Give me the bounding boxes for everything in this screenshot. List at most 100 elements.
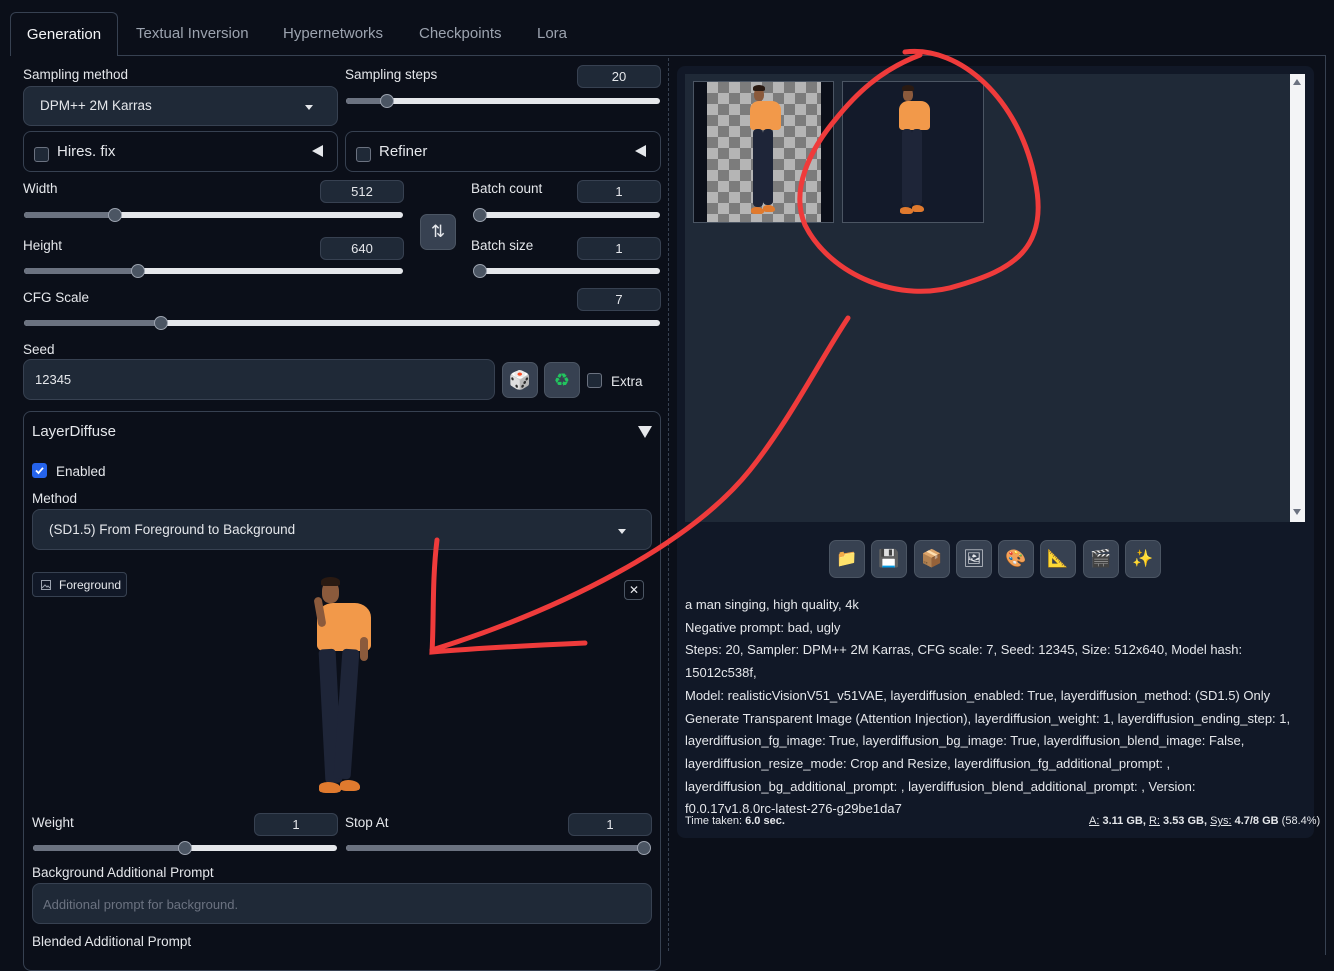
panel-border [1325, 55, 1326, 955]
sampling-steps-slider[interactable] [346, 94, 660, 108]
sampling-steps-input[interactable]: 20 [577, 65, 661, 88]
send-to-inpaint-button[interactable]: 🎨 [998, 540, 1034, 578]
batch-count-label: Batch count [471, 181, 543, 196]
scroll-up-icon[interactable] [1293, 79, 1301, 85]
output-params-line: layerdiffusion_fg_image: True, layerdiff… [685, 733, 1245, 749]
output-params-line: layerdiffusion_resize_mode: Crop and Res… [685, 755, 1171, 771]
tab-checkpoints[interactable]: Checkpoints [419, 12, 502, 56]
open-folder-button[interactable]: 📁 [829, 540, 865, 578]
layerdiffuse-enabled-label: Enabled [56, 464, 106, 479]
scroll-down-icon[interactable] [1293, 509, 1301, 515]
sparkle-button[interactable]: ✨ [1125, 540, 1161, 578]
layerdiffuse-method-select[interactable]: (SD1.5) From Foreground to Background [32, 509, 652, 550]
slider-handle[interactable] [473, 264, 487, 278]
gallery-thumbnail[interactable] [842, 81, 984, 223]
collapse-triangle-icon[interactable] [312, 145, 323, 157]
sampling-steps-label: Sampling steps [345, 67, 438, 82]
save-button[interactable]: 💾 [871, 540, 907, 578]
foreground-image[interactable] [310, 577, 380, 807]
weight-input[interactable]: 1 [254, 813, 338, 836]
slider-handle[interactable] [153, 316, 168, 330]
cfg-scale-label: CFG Scale [23, 290, 90, 305]
clear-foreground-button[interactable]: ✕ [624, 580, 644, 600]
batch-size-label: Batch size [471, 238, 534, 253]
thumbnail-person [895, 85, 935, 220]
tab-generation[interactable]: Generation [10, 12, 118, 56]
width-slider[interactable] [24, 208, 403, 222]
tab-lora[interactable]: Lora [537, 12, 567, 56]
height-slider[interactable] [24, 264, 403, 278]
collapse-triangle-icon[interactable] [635, 145, 646, 157]
layerdiffuse-enabled-checkbox[interactable] [32, 463, 47, 478]
extra-seed-checkbox[interactable] [587, 373, 602, 388]
save-icon: 💾 [878, 549, 900, 568]
height-label: Height [23, 238, 63, 253]
weight-slider[interactable] [33, 841, 337, 855]
recycle-icon: ♻ [553, 369, 571, 390]
mem-percent: (58.4%) [1281, 815, 1321, 827]
hires-fix-checkbox[interactable] [34, 147, 49, 162]
tab-bar: Generation Textual Inversion Hypernetwor… [0, 0, 1334, 56]
cfg-scale-input[interactable]: 7 [577, 288, 661, 311]
seed-input[interactable]: 12345 [23, 359, 495, 400]
batch-count-slider[interactable] [473, 208, 660, 222]
stop-at-slider[interactable] [346, 841, 651, 855]
reuse-seed-button[interactable]: ♻ [544, 362, 580, 398]
send-to-inpaint-icon: 🎨 [1005, 549, 1027, 568]
chevron-down-icon [305, 105, 313, 110]
slider-handle[interactable] [473, 208, 487, 222]
batch-count-input[interactable]: 1 [577, 180, 661, 203]
collapse-triangle-icon[interactable] [638, 426, 652, 438]
slider-handle[interactable] [130, 264, 145, 278]
cfg-scale-slider[interactable] [24, 316, 660, 330]
image-icon [41, 580, 51, 590]
sampling-method-value: DPM++ 2M Karras [40, 98, 152, 113]
zip-button[interactable]: 📦 [914, 540, 950, 578]
close-icon: ✕ [628, 583, 640, 597]
slider-handle[interactable] [379, 94, 394, 108]
slider-handle[interactable] [107, 208, 122, 222]
hires-fix-accordion[interactable]: Hires. fix [23, 131, 338, 172]
tab-textual-inversion[interactable]: Textual Inversion [136, 12, 249, 56]
width-input[interactable]: 512 [320, 180, 404, 203]
send-to-img2img-button[interactable]: 🖼 [956, 540, 992, 578]
send-to-extras-button[interactable]: 📐 [1040, 540, 1076, 578]
sparkle-icon: ✨ [1132, 549, 1154, 568]
hires-fix-label: Hires. fix [57, 143, 116, 160]
slider-handle[interactable] [637, 841, 651, 855]
stop-at-label: Stop At [345, 815, 389, 830]
layerdiffuse-title[interactable]: LayerDiffuse [32, 423, 116, 440]
batch-size-input[interactable]: 1 [577, 237, 661, 260]
time-taken-value: 6.0 sec. [745, 815, 785, 827]
thumbnail-person [746, 85, 786, 220]
bg-prompt-textarea[interactable]: Additional prompt for background. [32, 883, 652, 924]
blended-prompt-label: Blended Additional Prompt [32, 934, 192, 949]
mem-a-value: 3.11 GB, [1102, 815, 1146, 827]
tab-hypernetworks[interactable]: Hypernetworks [283, 12, 383, 56]
video-button[interactable]: 🎬 [1083, 540, 1119, 578]
foreground-label: Foreground [59, 578, 122, 592]
mem-a-label: A: [1089, 815, 1100, 827]
refiner-checkbox[interactable] [356, 147, 371, 162]
batch-size-slider[interactable] [473, 264, 660, 278]
output-params-line: Generate Transparent Image (Attention In… [685, 710, 1291, 726]
sampling-method-select[interactable]: DPM++ 2M Karras [23, 86, 338, 126]
height-input[interactable]: 640 [320, 237, 404, 260]
video-icon: 🎬 [1090, 549, 1112, 568]
checkmark-icon [35, 467, 44, 475]
slider-handle[interactable] [178, 841, 192, 855]
stop-at-input[interactable]: 1 [568, 813, 652, 836]
swap-dimensions-button[interactable]: ⇅ [420, 214, 456, 250]
mem-sys-value: 4.7/8 GB [1234, 815, 1279, 827]
random-seed-button[interactable]: 🎲 [502, 362, 538, 398]
gallery-scrollbar[interactable] [1290, 74, 1305, 522]
memory-usage: A: 3.11 GB, R: 3.53 GB, Sys: 4.7/8 GB (5… [1089, 815, 1320, 827]
refiner-accordion[interactable]: Refiner [345, 131, 661, 172]
mem-r-value: 3.53 GB, [1163, 815, 1208, 827]
extra-seed-label: Extra [611, 374, 643, 389]
output-prompt: a man singing, high quality, 4k [685, 597, 859, 612]
mem-r-label: R: [1148, 815, 1160, 827]
dice-icon: 🎲 [508, 369, 532, 390]
gallery-thumbnail[interactable] [693, 81, 834, 223]
refiner-label: Refiner [379, 143, 428, 160]
